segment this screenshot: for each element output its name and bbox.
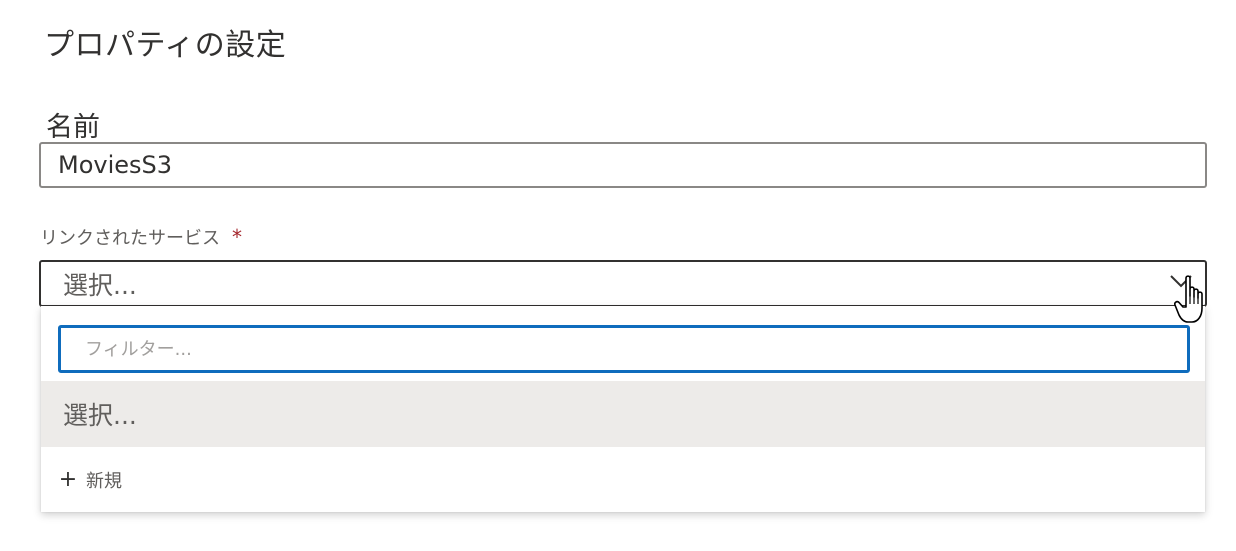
linked-service-label-row: リンクされたサービス * [40, 224, 242, 250]
linked-service-placeholder: 選択... [63, 270, 137, 300]
panel-title: プロパティの設定 [44, 28, 287, 63]
required-marker: * [232, 225, 242, 249]
dropdown-option-select[interactable]: 選択... [41, 381, 1205, 447]
dropdown-option-label: 選択... [63, 401, 137, 430]
name-input-value: MoviesS3 [58, 151, 173, 179]
new-item-label: 新規 [86, 471, 122, 492]
linked-service-dropdown: 選択... + 新規 [41, 306, 1205, 512]
linked-service-label: リンクされたサービス [40, 228, 220, 249]
properties-panel: プロパティの設定 名前 MoviesS3 リンクされたサービス * 選択... … [0, 0, 1236, 551]
filter-field[interactable] [58, 325, 1190, 373]
filter-input[interactable] [83, 337, 1167, 361]
linked-service-select[interactable]: 選択... [39, 260, 1207, 307]
new-linked-service-button[interactable]: + 新規 [41, 456, 1205, 504]
name-input[interactable]: MoviesS3 [39, 142, 1207, 188]
hand-cursor-icon [1174, 275, 1203, 323]
name-label: 名前 [46, 112, 100, 143]
plus-icon: + [58, 467, 78, 492]
